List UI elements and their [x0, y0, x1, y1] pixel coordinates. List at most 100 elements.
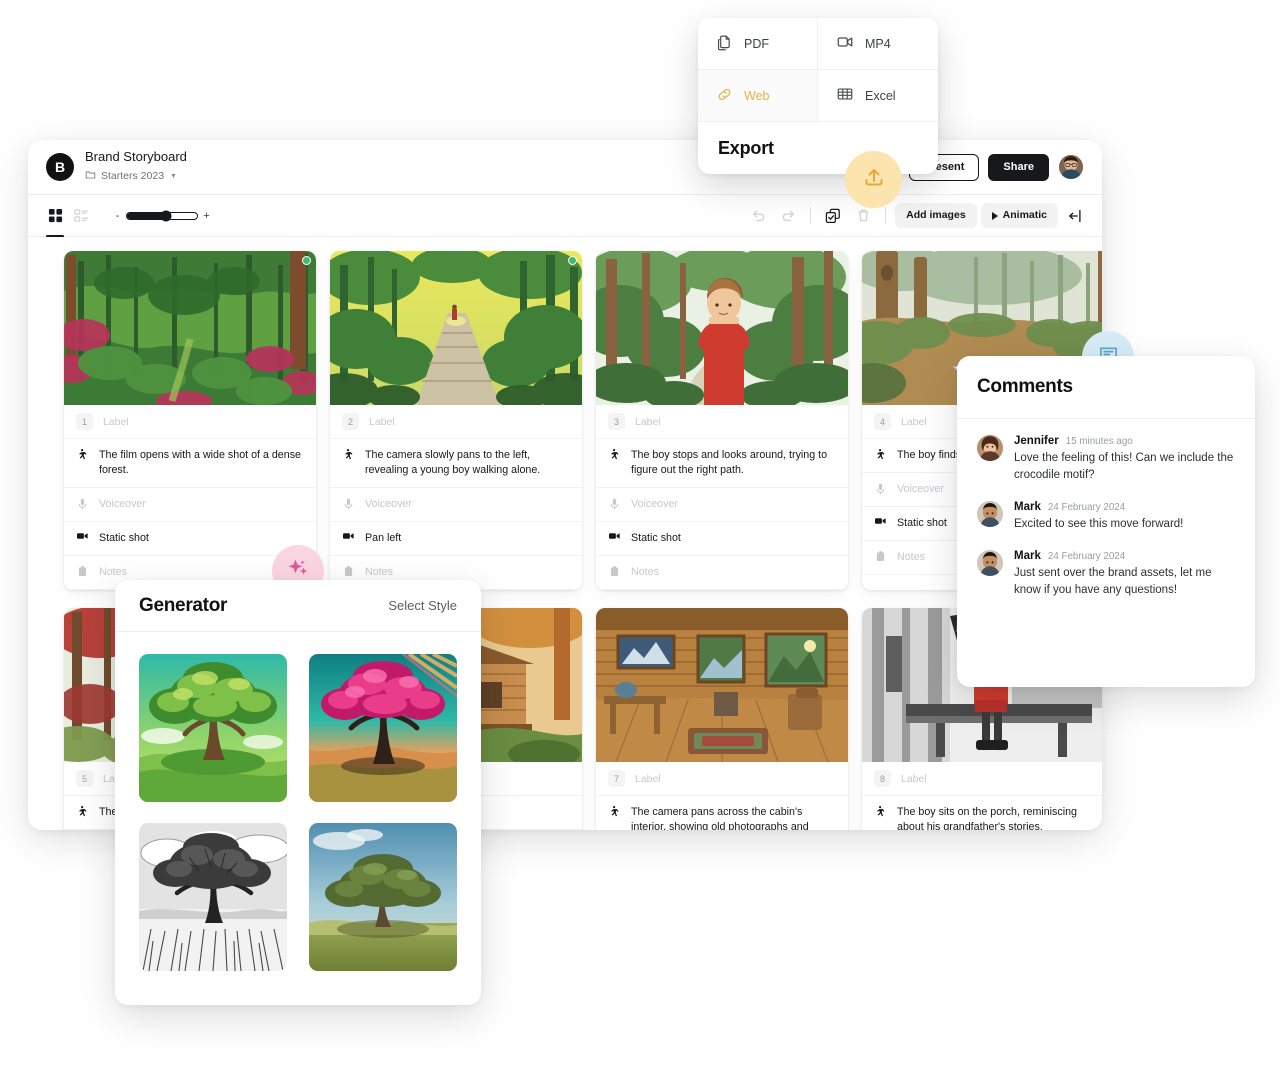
- card-notes-placeholder[interactable]: Notes: [365, 565, 393, 580]
- comments-list[interactable]: Jennifer 15 minutes ago Love the feeling…: [957, 419, 1255, 599]
- zoom-in-label[interactable]: +: [203, 210, 210, 222]
- comment-meta: Mark 24 February 2024: [1014, 501, 1183, 513]
- card-action-field[interactable]: The camera slowly pans to the left, reve…: [330, 439, 582, 488]
- card-action-text: The camera slowly pans to the left, reve…: [365, 449, 541, 476]
- board-toolbar: - + Add images Animatic: [28, 195, 1102, 238]
- comment-item[interactable]: Mark 24 February 2024 Excited to see thi…: [977, 501, 1235, 533]
- card-label-placeholder[interactable]: Label: [901, 773, 927, 785]
- action-runner-icon: [874, 448, 886, 461]
- card-number: 4: [874, 413, 891, 430]
- export-option-excel[interactable]: Excel: [818, 70, 938, 122]
- comment-item[interactable]: Jennifer 15 minutes ago Love the feeling…: [977, 435, 1235, 484]
- card-label-placeholder[interactable]: Label: [901, 416, 927, 428]
- card-action-field[interactable]: The boy stops and looks around, trying t…: [596, 439, 848, 488]
- generator-thumb-oak-tree-illustration-green[interactable]: [139, 654, 287, 802]
- card-label-placeholder[interactable]: Label: [103, 416, 129, 428]
- video-camera-icon: [76, 531, 88, 540]
- card-voiceover-placeholder[interactable]: Voiceover: [99, 497, 146, 512]
- collapse-panel-icon[interactable]: [1062, 203, 1088, 229]
- comment-timestamp: 24 February 2024: [1047, 551, 1126, 562]
- card-label-placeholder[interactable]: Label: [369, 416, 395, 428]
- comment-meta: Jennifer 15 minutes ago: [1014, 435, 1235, 447]
- avatar[interactable]: [1058, 154, 1084, 180]
- card-label-row[interactable]: 8 Label: [862, 762, 1102, 796]
- card-voiceover-field[interactable]: Voiceover: [596, 488, 848, 522]
- share-button[interactable]: Share: [988, 153, 1049, 181]
- zoom-knob[interactable]: [160, 210, 172, 221]
- microphone-icon: [608, 497, 620, 510]
- card-voiceover-placeholder[interactable]: Voiceover: [631, 497, 678, 512]
- card-notes-field[interactable]: Notes: [596, 556, 848, 590]
- card-label-row[interactable]: 1 Label: [64, 405, 316, 439]
- zoom-out-label[interactable]: -: [114, 210, 121, 222]
- export-option-mp4[interactable]: MP4: [818, 18, 938, 70]
- card-voiceover-field[interactable]: Voiceover: [64, 488, 316, 522]
- scene-thumbnail-cabin-interior[interactable]: [596, 608, 848, 762]
- card-action-text: The film opens with a wide shot of a den…: [99, 449, 301, 476]
- duplicate-icon[interactable]: [820, 203, 846, 229]
- scene-thumbnail-boy-in-forest[interactable]: [596, 251, 848, 405]
- storyboard-card[interactable]: 7 Label The camera pans across the cabin…: [596, 608, 848, 830]
- card-camera-field[interactable]: Static shot: [596, 522, 848, 556]
- card-action-field[interactable]: The film opens with a wide shot of a den…: [64, 439, 316, 488]
- animatic-button[interactable]: Animatic: [980, 203, 1058, 228]
- card-voiceover-placeholder[interactable]: Voiceover: [365, 497, 412, 512]
- card-camera-field[interactable]: Pan left: [330, 522, 582, 556]
- card-label-placeholder[interactable]: Label: [635, 416, 661, 428]
- add-images-button[interactable]: Add images: [895, 203, 977, 228]
- export-menu[interactable]: PDF MP4 Web Excel Export: [698, 18, 938, 174]
- video-camera-icon: [836, 33, 854, 54]
- export-option-pdf[interactable]: PDF: [698, 18, 818, 70]
- generator-thumb-photoreal-tree-meadow[interactable]: [308, 823, 457, 971]
- card-notes-placeholder[interactable]: Notes: [99, 565, 127, 580]
- comment-body: Jennifer 15 minutes ago Love the feeling…: [1014, 435, 1235, 484]
- list-view-tab[interactable]: [68, 203, 94, 229]
- scene-thumbnail-dense-forest[interactable]: [64, 251, 316, 405]
- upload-fab-button[interactable]: [845, 151, 902, 208]
- card-notes-placeholder[interactable]: Notes: [897, 550, 925, 565]
- card-label-row[interactable]: 7 Label: [596, 762, 848, 796]
- card-action-field[interactable]: The boy sits on the porch, reminiscing a…: [862, 796, 1102, 830]
- comment-item[interactable]: Mark 24 February 2024 Just sent over the…: [977, 550, 1235, 599]
- card-number: 1: [76, 413, 93, 430]
- redo-icon[interactable]: [775, 203, 801, 229]
- card-notes-placeholder[interactable]: Notes: [631, 565, 659, 580]
- generator-thumb-pink-blossom-tree-sunset[interactable]: [308, 654, 457, 802]
- generator-panel: Generator Select Style: [115, 580, 481, 1005]
- play-icon: [991, 211, 998, 220]
- comment-meta: Mark 24 February 2024: [1014, 550, 1235, 562]
- document-title-block: Brand Storyboard Starters 2023 ▼: [85, 149, 187, 185]
- card-action-field[interactable]: The camera pans across the cabin's inter…: [596, 796, 848, 830]
- upload-icon: [862, 165, 886, 194]
- card-label-row[interactable]: 3 Label: [596, 405, 848, 439]
- scene-thumbnail-forest-path[interactable]: [330, 251, 582, 405]
- export-option-web[interactable]: Web: [698, 70, 818, 122]
- storyboard-card[interactable]: 1 Label The film opens with a wide shot …: [64, 251, 316, 590]
- avatar[interactable]: [977, 435, 1003, 461]
- grid-view-tab[interactable]: [42, 203, 68, 238]
- generator-thumb-black-white-engraved-tree[interactable]: [139, 823, 287, 971]
- action-runner-icon: [874, 805, 886, 818]
- folder-icon: [85, 167, 96, 185]
- storyboard-card[interactable]: 2 Label The camera slowly pans to the le…: [330, 251, 582, 590]
- storyboard-card[interactable]: 3 Label The boy stops and looks around, …: [596, 251, 848, 590]
- select-style-button[interactable]: Select Style: [388, 598, 457, 613]
- card-label-placeholder[interactable]: Label: [635, 773, 661, 785]
- app-header: B Brand Storyboard Starters 2023 ▼ Prese…: [28, 140, 1102, 195]
- card-label-row[interactable]: 2 Label: [330, 405, 582, 439]
- undo-icon[interactable]: [745, 203, 771, 229]
- folder-breadcrumb[interactable]: Starters 2023 ▼: [85, 167, 187, 185]
- card-camera-field[interactable]: Static shot: [64, 522, 316, 556]
- card-voiceover-placeholder[interactable]: Voiceover: [897, 482, 944, 497]
- export-option-label: Excel: [865, 88, 896, 103]
- app-logo-letter: B: [54, 159, 66, 175]
- chevron-down-icon[interactable]: ▼: [170, 173, 177, 180]
- comments-title: Comments: [957, 356, 1255, 419]
- export-option-label: Web: [744, 88, 770, 103]
- zoom-slider[interactable]: - +: [114, 210, 210, 222]
- avatar[interactable]: [977, 501, 1003, 527]
- zoom-track[interactable]: [126, 210, 198, 221]
- screenshot-root: B Brand Storyboard Starters 2023 ▼ Prese…: [0, 0, 1280, 1073]
- card-voiceover-field[interactable]: Voiceover: [330, 488, 582, 522]
- avatar[interactable]: [977, 550, 1003, 576]
